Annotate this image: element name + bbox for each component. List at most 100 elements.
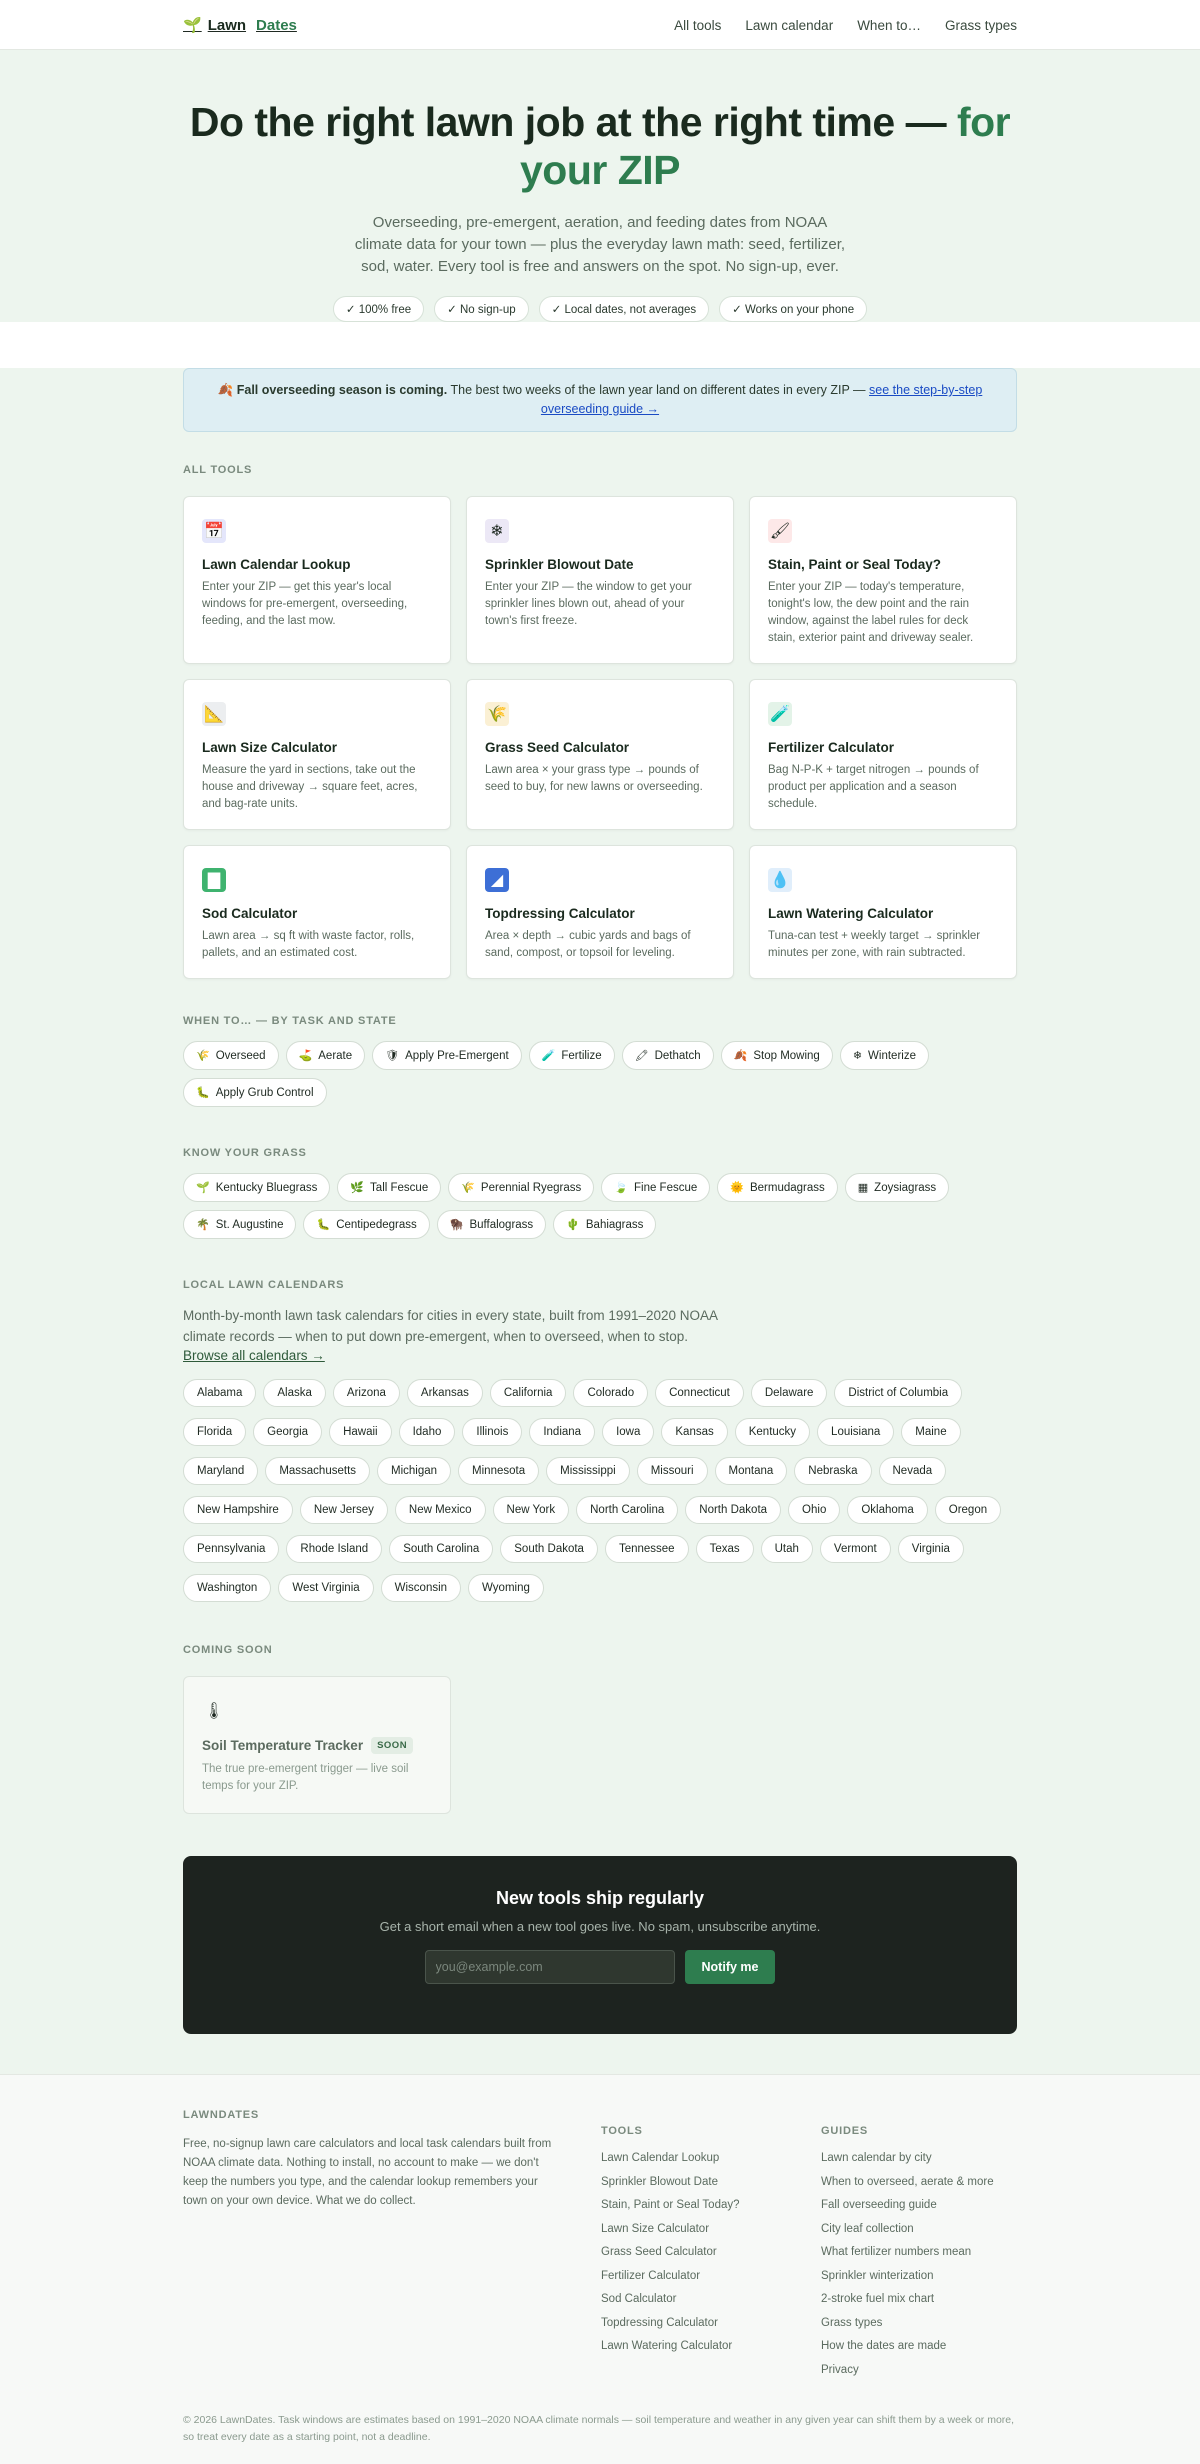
state-chip[interactable]: Arizona	[332, 1379, 400, 1407]
footer-link[interactable]: Stain, Paint or Seal Today?	[601, 2198, 821, 2212]
footer-link[interactable]: Sprinkler Blowout Date	[601, 2175, 821, 2189]
footer-link[interactable]: Privacy	[821, 2363, 1017, 2377]
state-chip[interactable]: Minnesota	[458, 1457, 540, 1485]
state-chip[interactable]: District of Columbia	[834, 1379, 963, 1407]
state-chip[interactable]: New Mexico	[394, 1496, 486, 1524]
state-chip[interactable]: Arkansas	[406, 1379, 483, 1407]
when-to-chip[interactable]: 🖍 Dethatch	[621, 1041, 714, 1070]
footer-link[interactable]: Lawn Calendar Lookup	[601, 2151, 821, 2165]
state-chip[interactable]: Virginia	[897, 1535, 964, 1563]
when-to-chip[interactable]: ⛳ Aerate	[285, 1041, 366, 1070]
email-field[interactable]	[424, 1950, 675, 1984]
state-chip[interactable]: Florida	[183, 1418, 247, 1446]
grass-chip[interactable]: ▦ Zoysiagrass	[844, 1173, 950, 1202]
state-chip[interactable]: Texas	[695, 1535, 754, 1563]
state-chip[interactable]: Hawaii	[329, 1418, 392, 1446]
footer-link[interactable]: Lawn Watering Calculator	[601, 2339, 821, 2353]
nav-when-to[interactable]: When to…	[857, 18, 921, 33]
state-chip[interactable]: South Dakota	[500, 1535, 598, 1563]
footer-link[interactable]: What fertilizer numbers mean	[821, 2245, 1017, 2259]
tool-card[interactable]: 💧 Lawn Watering Calculator Tuna-can test +…	[749, 845, 1017, 979]
footer-link[interactable]: How the dates are made	[821, 2339, 1017, 2353]
state-chip[interactable]: California	[489, 1379, 567, 1407]
browse-calendars-link[interactable]: Browse all calendars →	[183, 1348, 325, 1363]
nav-grass-types[interactable]: Grass types	[945, 18, 1017, 33]
state-chip[interactable]: Washington	[183, 1574, 272, 1602]
footer-link[interactable]: Sod Calculator	[601, 2292, 821, 2306]
state-chip[interactable]: Nevada	[878, 1457, 947, 1485]
when-to-chip[interactable]: 🛡 Apply Pre-Emergent	[372, 1041, 522, 1070]
state-chip[interactable]: Maine	[901, 1418, 961, 1446]
grass-chip[interactable]: 🌱 Kentucky Bluegrass	[183, 1173, 331, 1202]
footer-link[interactable]: City leaf collection	[821, 2222, 1017, 2236]
state-chip[interactable]: Indiana	[529, 1418, 596, 1446]
tool-card[interactable]: ◢ Topdressing Calculator Area × depth → cu…	[466, 845, 734, 979]
footer-link[interactable]: Lawn calendar by city	[821, 2151, 1017, 2165]
state-chip[interactable]: Alabama	[183, 1379, 257, 1407]
nav-all-tools[interactable]: All tools	[674, 18, 721, 33]
state-chip[interactable]: New Jersey	[299, 1496, 388, 1524]
state-chip[interactable]: Ohio	[788, 1496, 841, 1524]
state-chip[interactable]: Utah	[760, 1535, 813, 1563]
tool-card[interactable]: 🖌 Stain, Paint or Seal Today? Enter your Z…	[749, 496, 1017, 664]
state-chip[interactable]: South Carolina	[389, 1535, 494, 1563]
state-chip[interactable]: Wisconsin	[380, 1574, 462, 1602]
grass-chip[interactable]: 🍃 Fine Fescue	[601, 1173, 711, 1202]
state-chip[interactable]: Idaho	[398, 1418, 456, 1446]
when-to-chip[interactable]: 🍂 Stop Mowing	[720, 1041, 833, 1070]
nav-lawn-calendar[interactable]: Lawn calendar	[745, 18, 833, 33]
state-chip[interactable]: Kentucky	[734, 1418, 811, 1446]
state-chip[interactable]: Illinois	[462, 1418, 523, 1446]
footer-link[interactable]: Grass types	[821, 2316, 1017, 2330]
footer-link[interactable]: Fertilizer Calculator	[601, 2269, 821, 2283]
grass-chip[interactable]: 🌿 Tall Fescue	[337, 1173, 442, 1202]
state-chip[interactable]: Wyoming	[468, 1574, 544, 1602]
footer-link[interactable]: Topdressing Calculator	[601, 2316, 821, 2330]
footer-link[interactable]: When to overseed, aerate & more	[821, 2175, 1017, 2189]
state-chip[interactable]: Georgia	[253, 1418, 323, 1446]
state-chip[interactable]: New Hampshire	[183, 1496, 293, 1524]
tool-card[interactable]: ❄ Sprinkler Blowout Date Enter your ZIP — …	[466, 496, 734, 664]
footer-link[interactable]: 2-stroke fuel mix chart	[821, 2292, 1017, 2306]
state-chip[interactable]: Tennessee	[604, 1535, 689, 1563]
state-chip[interactable]: Mississippi	[546, 1457, 630, 1485]
state-chip[interactable]: Alaska	[263, 1379, 326, 1407]
state-chip[interactable]: North Carolina	[576, 1496, 679, 1524]
state-chip[interactable]: Oklahoma	[847, 1496, 928, 1524]
grass-chip[interactable]: 🌞 Bermudagrass	[717, 1173, 838, 1202]
grass-chip[interactable]: 🌵 Bahiagrass	[553, 1210, 657, 1239]
state-chip[interactable]: Kansas	[661, 1418, 728, 1446]
state-chip[interactable]: Oregon	[934, 1496, 1002, 1524]
footer-link[interactable]: Sprinkler winterization	[821, 2269, 1017, 2283]
state-chip[interactable]: Vermont	[819, 1535, 891, 1563]
tool-card[interactable]: 📐 Lawn Size Calculator Measure the yard in…	[183, 679, 451, 830]
tool-card[interactable]: ▇ Sod Calculator Lawn area → sq ft with wa…	[183, 845, 451, 979]
logo[interactable]: 🌱 Lawn Dates	[183, 16, 297, 35]
tool-card[interactable]: 🌾 Grass Seed Calculator Lawn area × your g…	[466, 679, 734, 830]
footer-link[interactable]: Lawn Size Calculator	[601, 2222, 821, 2236]
state-chip[interactable]: Pennsylvania	[183, 1535, 280, 1563]
notify-button[interactable]: Notify me	[684, 1950, 776, 1984]
state-chip[interactable]: Massachusetts	[265, 1457, 371, 1485]
state-chip[interactable]: Iowa	[602, 1418, 655, 1446]
state-chip[interactable]: Rhode Island	[286, 1535, 383, 1563]
grass-chip[interactable]: 🐛 Centipedegrass	[303, 1210, 430, 1239]
tool-card[interactable]: 📅 Lawn Calendar Lookup Enter your ZIP — ge…	[183, 496, 451, 664]
grass-chip[interactable]: 🌴 St. Augustine	[183, 1210, 297, 1239]
tool-card[interactable]: 🧪 Fertilizer Calculator Bag N-P-K + target…	[749, 679, 1017, 830]
when-to-chip[interactable]: ❄ Winterize	[839, 1041, 929, 1070]
when-to-chip[interactable]: 🌾 Overseed	[183, 1041, 279, 1070]
state-chip[interactable]: Colorado	[573, 1379, 649, 1407]
when-to-chip[interactable]: 🧪 Fertilize	[528, 1041, 615, 1070]
state-chip[interactable]: Connecticut	[655, 1379, 744, 1407]
footer-link[interactable]: Fall overseeding guide	[821, 2198, 1017, 2212]
state-chip[interactable]: New York	[492, 1496, 570, 1524]
footer-link[interactable]: Grass Seed Calculator	[601, 2245, 821, 2259]
grass-chip[interactable]: 🌾 Perennial Ryegrass	[448, 1173, 595, 1202]
state-chip[interactable]: Missouri	[636, 1457, 708, 1485]
state-chip[interactable]: West Virginia	[278, 1574, 374, 1602]
state-chip[interactable]: Nebraska	[794, 1457, 872, 1485]
state-chip[interactable]: Montana	[714, 1457, 788, 1485]
state-chip[interactable]: North Dakota	[685, 1496, 782, 1524]
state-chip[interactable]: Michigan	[377, 1457, 452, 1485]
